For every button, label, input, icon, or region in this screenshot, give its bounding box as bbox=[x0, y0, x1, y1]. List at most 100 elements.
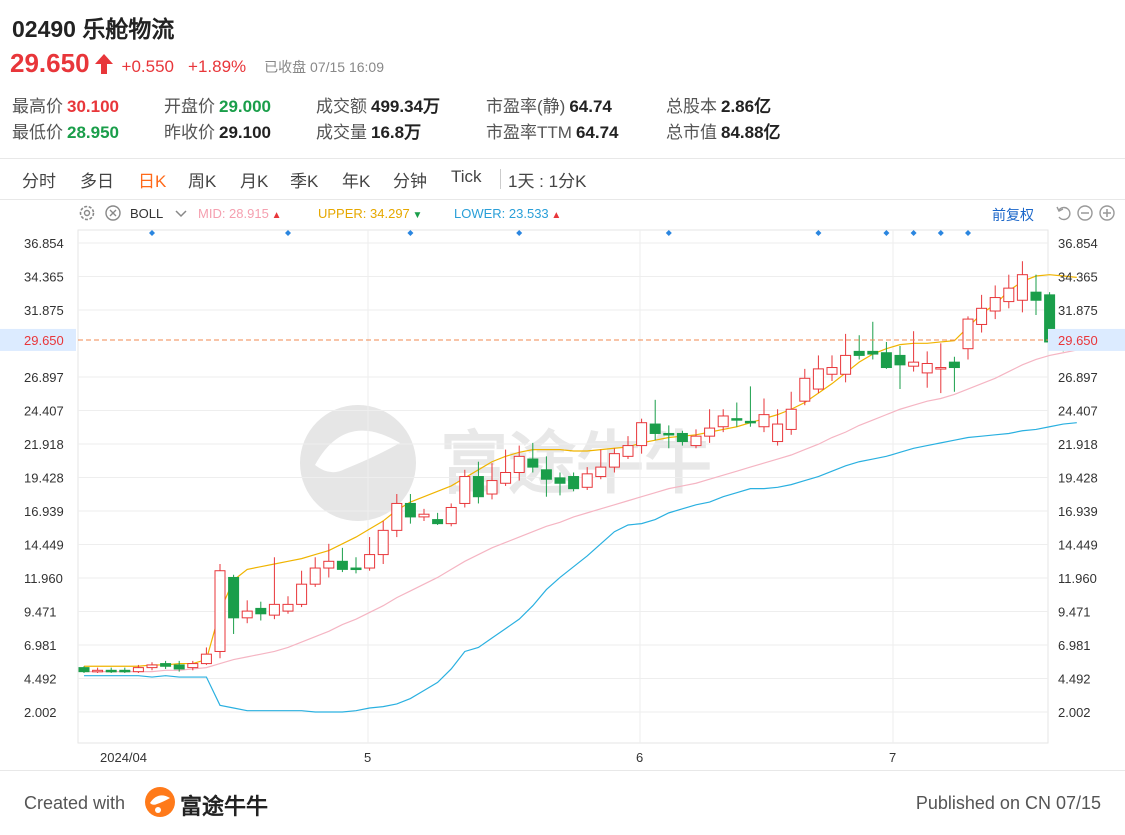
y-tick-label-left: 36.854 bbox=[24, 236, 64, 251]
candle-body bbox=[432, 519, 444, 525]
y-tick-label-right: 14.449 bbox=[1058, 538, 1098, 553]
candle-body bbox=[472, 476, 484, 498]
candle bbox=[296, 570, 308, 608]
chevron-down-icon[interactable] bbox=[174, 204, 188, 225]
candle bbox=[989, 285, 1001, 320]
candle bbox=[894, 345, 906, 390]
candle-body bbox=[867, 350, 879, 355]
x-tick-label: 7 bbox=[889, 750, 896, 765]
event-marker-icon bbox=[937, 230, 944, 236]
tab-monthly-k[interactable]: 月K bbox=[240, 167, 268, 192]
footer: Created with 富途牛牛 Published on CN 07/15 bbox=[0, 770, 1125, 835]
candle-body bbox=[241, 610, 253, 619]
event-marker-icon bbox=[149, 230, 155, 236]
candle bbox=[962, 316, 974, 360]
candle bbox=[404, 494, 416, 524]
candle-body bbox=[772, 423, 784, 443]
undo-icon[interactable] bbox=[1054, 204, 1072, 227]
tab-interval-select[interactable]: 1天 : 1分K bbox=[508, 167, 586, 192]
candle-body bbox=[132, 667, 144, 673]
candle bbox=[1030, 274, 1042, 316]
y-tick-label-left: 31.875 bbox=[24, 303, 64, 318]
boll-mid-value: MID: 28.915 ▲ bbox=[198, 206, 282, 221]
zoom-out-icon[interactable] bbox=[1076, 204, 1094, 227]
candle-body bbox=[540, 469, 552, 480]
candle-body bbox=[323, 560, 335, 569]
stock-title: 02490 乐舱物流 bbox=[12, 16, 175, 42]
y-tick-label-left: 29.650 bbox=[24, 333, 64, 348]
tab-quarterly-k[interactable]: 季K bbox=[290, 167, 318, 192]
candle bbox=[282, 596, 294, 614]
candle bbox=[744, 386, 756, 427]
footer-brand: 富途牛牛 bbox=[180, 794, 269, 819]
candle-body bbox=[581, 473, 593, 488]
x-tick-label: 5 bbox=[364, 750, 371, 765]
stat-high: 最高价 30.100 bbox=[12, 97, 119, 116]
price-change-pct: +1.89% bbox=[188, 57, 247, 76]
y-tick-label-left: 16.939 bbox=[24, 504, 64, 519]
candle-body bbox=[894, 354, 906, 366]
adjust-mode-button[interactable]: 前复权 bbox=[992, 205, 1034, 225]
zoom-in-icon[interactable] bbox=[1098, 204, 1116, 227]
candle bbox=[853, 335, 865, 360]
tab-weekly-k[interactable]: 周K bbox=[188, 167, 216, 192]
candle bbox=[160, 660, 172, 669]
candle-body bbox=[976, 307, 988, 325]
y-tick-label-right: 29.650 bbox=[1058, 333, 1098, 348]
candle-body bbox=[500, 471, 512, 484]
candle bbox=[377, 520, 389, 565]
market-status: 已收盘 07/15 16:09 bbox=[264, 59, 385, 75]
candle-body bbox=[812, 368, 824, 390]
candle-body bbox=[78, 667, 90, 673]
y-tick-label-right: 9.471 bbox=[1058, 604, 1091, 619]
candle-body bbox=[513, 455, 525, 473]
indicator-name[interactable]: BOLL bbox=[130, 206, 163, 221]
tab-daily-k[interactable]: 日K bbox=[138, 167, 166, 192]
candle-body bbox=[1003, 287, 1015, 303]
stat-total-shares: 总股本 2.86亿 bbox=[666, 97, 772, 116]
candle-body bbox=[296, 583, 308, 605]
tab-intraday[interactable]: 分时 bbox=[22, 167, 56, 192]
event-marker-icon bbox=[285, 230, 291, 236]
candle-body bbox=[704, 427, 716, 437]
price-row: 29.650 +0.550 +1.89% 已收盘 07/15 16:09 bbox=[10, 48, 384, 79]
candle bbox=[350, 557, 362, 574]
candle-body bbox=[622, 445, 634, 457]
candle bbox=[935, 343, 947, 394]
candle-body bbox=[1016, 274, 1028, 301]
published-label: Published on CN 07/15 bbox=[915, 793, 1101, 813]
y-tick-label-right: 24.407 bbox=[1058, 403, 1098, 418]
candle-body bbox=[595, 466, 607, 478]
candle bbox=[731, 402, 743, 427]
candle bbox=[105, 667, 117, 674]
kline-chart[interactable]: 富途牛牛 36.854 36.85434.365 34.36531.875 31.87… bbox=[0, 225, 1125, 770]
settings-gear-icon[interactable] bbox=[78, 204, 96, 225]
tab-yearly-k[interactable]: 年K bbox=[342, 167, 370, 192]
candle-body bbox=[255, 607, 267, 615]
stat-open: 开盘价 29.000 bbox=[164, 97, 271, 116]
tab-tick[interactable]: Tick bbox=[451, 167, 482, 187]
tab-multi-day[interactable]: 多日 bbox=[80, 167, 114, 192]
up-arrow-icon bbox=[94, 53, 114, 75]
y-tick-label-right: 19.428 bbox=[1058, 471, 1098, 486]
candle-body bbox=[173, 664, 185, 670]
last-price: 29.650 bbox=[10, 48, 90, 78]
kline-chart-area[interactable]: 富途牛牛 36.854 36.854 34.365 34.365 31.875 31.87… bbox=[0, 225, 1125, 770]
candle bbox=[799, 368, 811, 406]
candle-body bbox=[268, 603, 280, 616]
candle bbox=[812, 355, 824, 394]
close-indicator-icon[interactable] bbox=[104, 204, 122, 225]
candle bbox=[432, 512, 444, 525]
y-tick-label-left: 6.981 bbox=[24, 638, 57, 653]
candle bbox=[78, 666, 90, 674]
event-marker-icon bbox=[965, 230, 971, 236]
candle bbox=[921, 351, 933, 388]
y-tick-label-left: 24.407 bbox=[24, 403, 64, 418]
y-tick-label-left: 21.918 bbox=[24, 437, 64, 452]
stat-volume: 成交量 16.8万 bbox=[316, 123, 422, 142]
tab-minute[interactable]: 分钟 bbox=[393, 167, 427, 192]
y-tick-label-right: 11.960 bbox=[1058, 571, 1097, 586]
y-tick-label-right: 16.939 bbox=[1058, 504, 1098, 519]
candle bbox=[1016, 261, 1028, 313]
candle-body bbox=[350, 567, 362, 571]
